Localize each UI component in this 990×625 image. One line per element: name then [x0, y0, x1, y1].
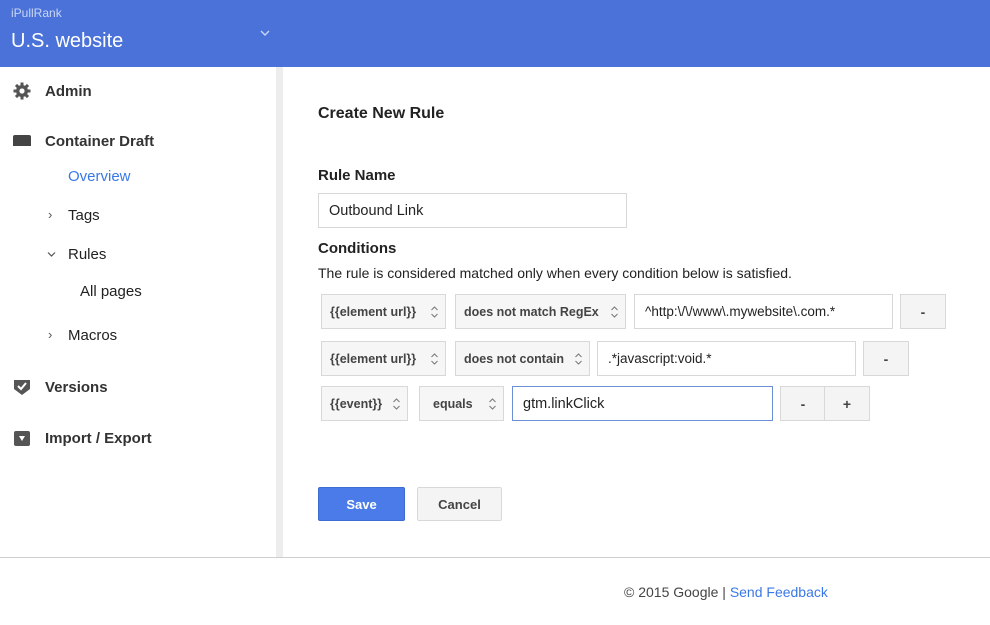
sort-arrows-icon: [431, 353, 438, 365]
sidebar-item-label: Rules: [68, 246, 107, 263]
sidebar-item-container-draft[interactable]: Container Draft: [13, 133, 155, 150]
folder-icon: [13, 135, 31, 146]
sidebar-item-macros[interactable]: › Macros: [48, 327, 118, 344]
sort-arrows-icon: [611, 306, 618, 318]
save-button[interactable]: Save: [318, 487, 405, 521]
chevron-right-icon[interactable]: ›: [48, 207, 52, 222]
sort-arrows-icon: [431, 306, 438, 318]
account-name[interactable]: iPullRank: [11, 6, 62, 20]
cancel-button[interactable]: Cancel: [417, 487, 502, 521]
conditions-description: The rule is considered matched only when…: [318, 265, 792, 281]
condition-macro-select[interactable]: {{element url}}: [321, 294, 446, 329]
remove-condition-button[interactable]: -: [900, 294, 946, 329]
remove-condition-button[interactable]: -: [780, 386, 826, 421]
sidebar-item-tags[interactable]: › Tags: [48, 207, 100, 224]
footer-divider: [0, 557, 990, 558]
send-feedback-link[interactable]: Send Feedback: [730, 584, 828, 600]
check-icon: [14, 380, 30, 395]
condition-operator-select[interactable]: equals: [419, 386, 504, 421]
footer: © 2015 Google | Send Feedback: [624, 584, 828, 600]
sidebar-item-label: Container Draft: [45, 133, 155, 150]
sidebar-divider: [276, 67, 283, 557]
import-icon: [14, 431, 30, 446]
sidebar-item-versions[interactable]: Versions: [14, 379, 108, 396]
sidebar-item-label: Versions: [45, 379, 108, 396]
condition-operator-select[interactable]: does not match RegEx: [455, 294, 626, 329]
sidebar-item-label: Tags: [68, 207, 100, 224]
chevron-right-icon[interactable]: ›: [48, 327, 52, 342]
condition-value-input[interactable]: gtm.linkClick: [512, 386, 773, 421]
sidebar-item-label: Macros: [68, 327, 118, 344]
sidebar-item-admin[interactable]: Admin: [13, 82, 92, 100]
sidebar-item-rules[interactable]: Rules: [47, 246, 107, 263]
chevron-down-icon[interactable]: [258, 26, 272, 40]
chevron-down-icon[interactable]: [46, 249, 57, 260]
sidebar-item-overview[interactable]: Overview: [68, 168, 131, 185]
condition-macro-select[interactable]: {{event}}: [321, 386, 408, 421]
condition-value-input[interactable]: .*javascript:void.*: [597, 341, 856, 376]
app-header: iPullRank U.S. website: [0, 0, 990, 67]
rule-name-label: Rule Name: [318, 167, 396, 184]
sort-arrows-icon: [575, 353, 582, 365]
page-title: Create New Rule: [318, 105, 445, 122]
sidebar-item-label: Import / Export: [45, 430, 152, 447]
add-condition-button[interactable]: +: [824, 386, 870, 421]
container-name[interactable]: U.S. website: [11, 30, 123, 53]
sidebar-item-label: Admin: [45, 83, 92, 100]
sort-arrows-icon: [393, 398, 400, 410]
condition-value-input[interactable]: ^http:\/\/www\.mywebsite\.com.*: [634, 294, 893, 329]
conditions-label: Conditions: [318, 240, 397, 257]
rule-name-input[interactable]: Outbound Link: [318, 193, 627, 228]
sort-arrows-icon: [489, 398, 496, 410]
remove-condition-button[interactable]: -: [863, 341, 909, 376]
gear-icon: [13, 82, 31, 100]
sidebar-item-import-export[interactable]: Import / Export: [14, 430, 152, 447]
condition-macro-select[interactable]: {{element url}}: [321, 341, 446, 376]
condition-operator-select[interactable]: does not contain: [455, 341, 590, 376]
sidebar-item-all-pages[interactable]: All pages: [80, 283, 142, 300]
copyright-text: © 2015 Google |: [624, 584, 730, 600]
